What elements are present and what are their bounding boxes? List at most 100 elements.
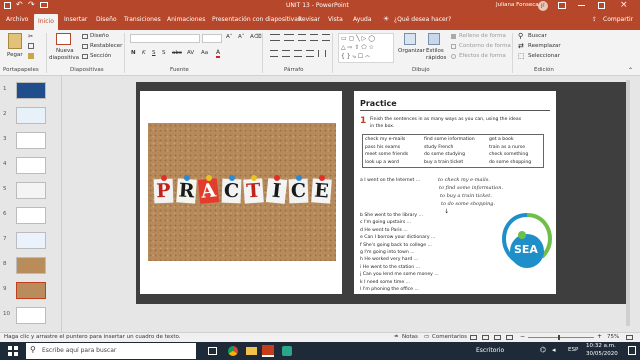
italic-icon[interactable]: K	[142, 50, 146, 56]
increase-indent-icon[interactable]	[310, 34, 318, 41]
tab-revisar[interactable]: Revisar	[298, 16, 320, 23]
shape-fill-icon[interactable]	[451, 34, 456, 39]
quick-styles-label-1[interactable]: Estilos	[426, 48, 444, 54]
shape-effects-button[interactable]: Efectos de forma	[459, 53, 506, 59]
shape-effects-icon[interactable]	[451, 54, 456, 59]
zoom-out-icon[interactable]: −	[520, 333, 525, 340]
fit-slide-icon[interactable]	[626, 335, 633, 340]
paste-label[interactable]: Pegar	[7, 52, 23, 58]
normal-view-icon[interactable]	[470, 335, 477, 340]
shapes-gallery[interactable]: ▭ ▢ ╲ ▷ ◯ △ ⇨ ⇧ ⬠ ☆{ } ⤷ ☐ ⌒	[338, 33, 394, 63]
taskbar-search-box[interactable]: ⚲ Escribe aquí para buscar	[26, 343, 196, 359]
arrange-button[interactable]: Organizar	[398, 48, 425, 54]
windows-start-icon[interactable]	[8, 346, 18, 356]
clear-format-icon[interactable]: A⌫	[250, 34, 262, 40]
share-icon[interactable]: ⇪	[592, 16, 597, 23]
change-case-icon[interactable]: Aa	[201, 50, 208, 56]
line-spacing-icon[interactable]	[322, 34, 330, 41]
tab-animaciones[interactable]: Animaciones	[167, 16, 205, 23]
section-button[interactable]: Sección	[90, 53, 111, 59]
vertical-scrollbar[interactable]	[626, 80, 630, 326]
layout-button[interactable]: Diseño	[90, 33, 109, 39]
font-color-icon[interactable]: A	[216, 49, 221, 58]
quick-styles-icon[interactable]	[428, 33, 440, 45]
decrease-indent-icon[interactable]	[298, 34, 306, 41]
select-icon[interactable]: ⬚	[518, 52, 525, 60]
new-slide-label-1[interactable]: Nueva	[56, 48, 74, 54]
share-button[interactable]: Compartir	[603, 16, 633, 23]
underline-icon[interactable]: S	[152, 50, 156, 56]
find-icon[interactable]: ⚲	[518, 32, 523, 40]
tell-me-search[interactable]: ¿Qué desea hacer?	[394, 16, 451, 23]
ribbon-options-icon[interactable]	[558, 2, 566, 9]
layout-icon[interactable]	[82, 34, 88, 39]
maximize-icon[interactable]	[598, 2, 605, 9]
explorer-icon[interactable]	[246, 347, 257, 355]
redo-icon[interactable]: ↷	[28, 0, 35, 9]
bold-icon[interactable]: N	[131, 50, 136, 56]
powerpoint-taskbar-icon[interactable]	[262, 345, 274, 357]
avatar[interactable]: JF	[538, 1, 548, 11]
spacing-icon[interactable]: AV	[187, 50, 194, 56]
align-center-icon[interactable]	[282, 50, 290, 57]
zoom-level[interactable]: 75%	[607, 334, 619, 340]
replace-button[interactable]: Reemplazar	[528, 43, 561, 49]
comments-button[interactable]: Comentarios	[432, 334, 467, 340]
copy-icon[interactable]	[28, 43, 34, 49]
slideshow-icon[interactable]	[506, 335, 513, 340]
slide-canvas[interactable]: PRACTICE Practice 1 Finish the sentences…	[136, 82, 626, 304]
notifications-icon[interactable]	[628, 346, 636, 355]
slide-thumbnail[interactable]	[16, 132, 46, 149]
reset-button[interactable]: Restablecer	[90, 43, 122, 49]
zoom-slider-thumb[interactable]	[558, 335, 560, 340]
new-slide-icon[interactable]	[56, 33, 71, 45]
cut-icon[interactable]: ✂	[28, 33, 33, 40]
replace-icon[interactable]: ⇄	[518, 42, 524, 50]
task-view-icon[interactable]	[208, 347, 217, 355]
tab-archivo[interactable]: Archivo	[6, 16, 28, 23]
save-icon[interactable]	[4, 2, 11, 9]
undo-icon[interactable]: ↶	[16, 0, 23, 9]
bullets-icon[interactable]	[270, 34, 280, 41]
shrink-font-icon[interactable]: A˅	[238, 34, 245, 40]
slide-sorter-icon[interactable]	[482, 335, 489, 340]
tab-inicio[interactable]: Inicio	[34, 14, 58, 30]
collapse-ribbon-icon[interactable]: ⌃	[628, 67, 633, 74]
reading-view-icon[interactable]	[494, 335, 501, 340]
slide-thumbnail[interactable]	[16, 282, 46, 299]
font-name-select[interactable]	[130, 34, 200, 43]
app-taskbar-icon[interactable]	[282, 346, 292, 356]
tab-diseno[interactable]: Diseño	[96, 16, 117, 23]
quick-styles-label-2[interactable]: rápidos	[426, 55, 446, 61]
numbering-icon[interactable]	[284, 34, 294, 41]
find-button[interactable]: Buscar	[528, 33, 547, 39]
shadow-icon[interactable]: S	[162, 50, 166, 56]
desktop-label[interactable]: Escritorio	[476, 347, 504, 354]
tab-vista[interactable]: Vista	[328, 16, 343, 23]
font-size-select[interactable]	[202, 34, 222, 43]
chrome-icon[interactable]	[228, 346, 238, 356]
align-left-icon[interactable]	[270, 50, 278, 57]
slide-thumbnail[interactable]	[16, 82, 46, 99]
new-slide-label-2[interactable]: diapositiva	[49, 55, 79, 61]
slide-thumbnail[interactable]	[16, 157, 46, 174]
clock-time[interactable]: 10:32 a.m.	[586, 343, 616, 349]
zoom-slider[interactable]	[528, 337, 594, 338]
shape-fill-button[interactable]: Relleno de forma	[459, 33, 506, 39]
slide-thumbnail[interactable]	[16, 257, 46, 274]
minimize-icon[interactable]	[578, 5, 585, 6]
notes-icon[interactable]: ≐	[394, 334, 399, 340]
present-icon[interactable]	[40, 2, 48, 8]
select-button[interactable]: Seleccionar	[528, 53, 560, 59]
columns-icon[interactable]	[318, 50, 326, 57]
strikethrough-icon[interactable]: abc	[172, 50, 182, 56]
grow-font-icon[interactable]: A˄	[226, 34, 233, 40]
volume-icon[interactable]: ◂	[552, 346, 556, 354]
tab-presentacion[interactable]: Presentación con diapositivas	[212, 16, 301, 23]
reset-icon[interactable]	[82, 44, 88, 49]
tab-insertar[interactable]: Insertar	[64, 16, 87, 23]
justify-icon[interactable]	[306, 50, 314, 57]
close-icon[interactable]: ×	[620, 0, 628, 10]
tab-transiciones[interactable]: Transiciones	[124, 16, 161, 23]
notes-button[interactable]: Notas	[402, 334, 418, 340]
